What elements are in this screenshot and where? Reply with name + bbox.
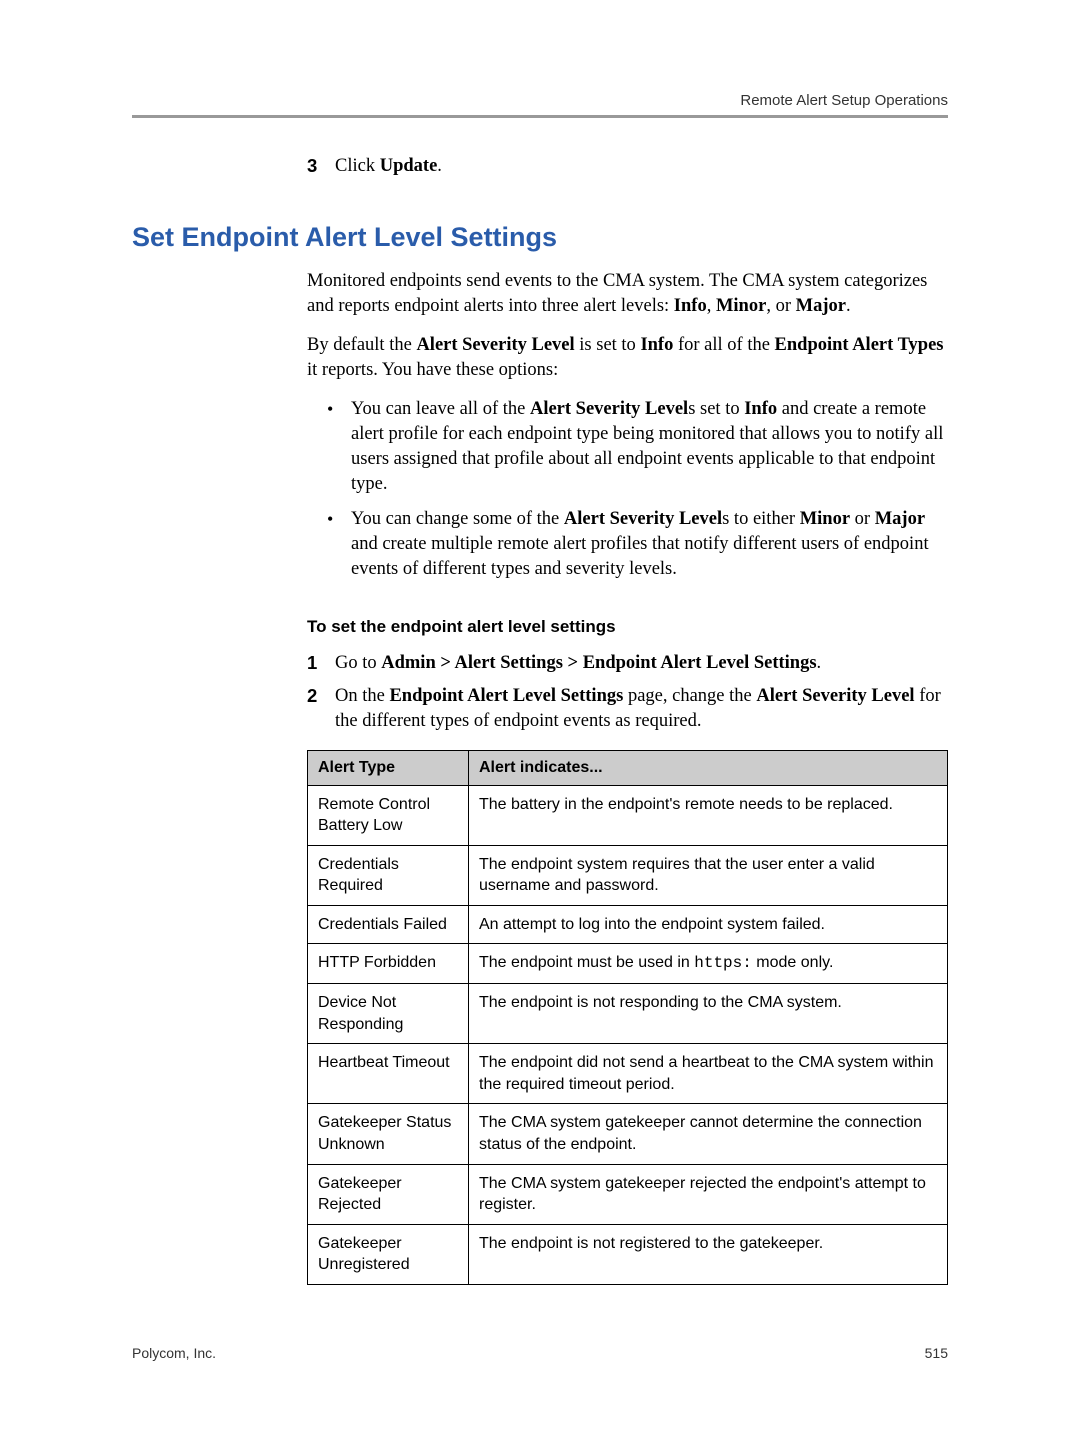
- procedure-heading: To set the endpoint alert level settings: [307, 616, 948, 639]
- cell-desc: The battery in the endpoint's remote nee…: [469, 785, 948, 845]
- table-row: Credentials Failed An attempt to log int…: [308, 905, 948, 944]
- cell-desc: The endpoint must be used in https: mode…: [469, 944, 948, 984]
- cell-desc: The endpoint is not responding to the CM…: [469, 984, 948, 1044]
- bullet-icon: •: [327, 397, 351, 497]
- cell-type: Credentials Required: [308, 845, 469, 905]
- table-row: Device Not Responding The endpoint is no…: [308, 984, 948, 1044]
- step-number: 3: [307, 154, 335, 179]
- intro-paragraph-1: Monitored endpoints send events to the C…: [307, 269, 948, 319]
- bullet-icon: •: [327, 507, 351, 582]
- cell-desc: The CMA system gatekeeper rejected the e…: [469, 1164, 948, 1224]
- step-body: On the Endpoint Alert Level Settings pag…: [335, 684, 948, 734]
- table-row: HTTP Forbidden The endpoint must be used…: [308, 944, 948, 984]
- table-row: Credentials Required The endpoint system…: [308, 845, 948, 905]
- bullet-2: • You can change some of the Alert Sever…: [327, 507, 948, 582]
- cell-desc: The endpoint did not send a heartbeat to…: [469, 1044, 948, 1104]
- cell-type: Device Not Responding: [308, 984, 469, 1044]
- page: Remote Alert Setup Operations 3 Click Up…: [0, 0, 1080, 1441]
- footer-page-number: 515: [925, 1345, 948, 1361]
- table-row: Gatekeeper Unregistered The endpoint is …: [308, 1224, 948, 1284]
- col-header-desc: Alert indicates...: [469, 750, 948, 785]
- bullet-body: You can leave all of the Alert Severity …: [351, 397, 948, 497]
- cell-type: Gatekeeper Unregistered: [308, 1224, 469, 1284]
- table-row: Gatekeeper Status Unknown The CMA system…: [308, 1104, 948, 1164]
- step-1: 1 Go to Admin > Alert Settings > Endpoin…: [307, 651, 948, 676]
- step-body: Go to Admin > Alert Settings > Endpoint …: [335, 651, 948, 676]
- footer-left: Polycom, Inc.: [132, 1345, 216, 1361]
- cell-type: Remote Control Battery Low: [308, 785, 469, 845]
- table-row: Remote Control Battery Low The battery i…: [308, 785, 948, 845]
- page-header: Remote Alert Setup Operations: [132, 92, 948, 115]
- cell-desc: The endpoint is not registered to the ga…: [469, 1224, 948, 1284]
- step-body: Click Update.: [335, 154, 948, 179]
- cell-type: Gatekeeper Rejected: [308, 1164, 469, 1224]
- cell-type: Heartbeat Timeout: [308, 1044, 469, 1104]
- cell-desc: The CMA system gatekeeper cannot determi…: [469, 1104, 948, 1164]
- step-number: 1: [307, 651, 335, 676]
- section-heading: Set Endpoint Alert Level Settings: [132, 219, 948, 255]
- header-right: Remote Alert Setup Operations: [740, 92, 948, 109]
- cell-desc: An attempt to log into the endpoint syst…: [469, 905, 948, 944]
- alerts-table: Alert Type Alert indicates... Remote Con…: [307, 750, 948, 1285]
- bullet-body: You can change some of the Alert Severit…: [351, 507, 948, 582]
- cell-type: HTTP Forbidden: [308, 944, 469, 984]
- cell-type: Gatekeeper Status Unknown: [308, 1104, 469, 1164]
- col-header-type: Alert Type: [308, 750, 469, 785]
- bullet-1: • You can leave all of the Alert Severit…: [327, 397, 948, 497]
- intro-paragraph-2: By default the Alert Severity Level is s…: [307, 333, 948, 383]
- cell-type: Credentials Failed: [308, 905, 469, 944]
- step-number: 2: [307, 684, 335, 734]
- table-header-row: Alert Type Alert indicates...: [308, 750, 948, 785]
- cell-desc: The endpoint system requires that the us…: [469, 845, 948, 905]
- table-row: Heartbeat Timeout The endpoint did not s…: [308, 1044, 948, 1104]
- step-2: 2 On the Endpoint Alert Level Settings p…: [307, 684, 948, 734]
- page-footer: Polycom, Inc. 515: [132, 1345, 948, 1361]
- header-rule: [132, 115, 948, 118]
- step-3: 3 Click Update.: [307, 154, 948, 179]
- page-content: 3 Click Update. Set Endpoint Alert Level…: [307, 154, 948, 1285]
- table-row: Gatekeeper Rejected The CMA system gatek…: [308, 1164, 948, 1224]
